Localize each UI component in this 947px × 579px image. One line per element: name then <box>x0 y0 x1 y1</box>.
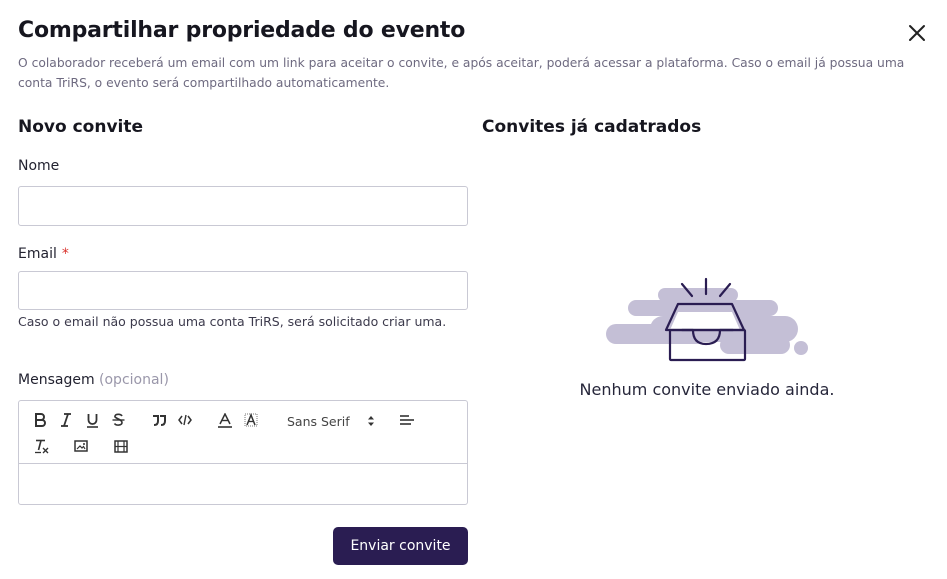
editor-toolbar: Sans Serif <box>19 401 467 464</box>
clear-format-icon[interactable] <box>33 437 49 455</box>
email-label-row: Email * <box>18 246 69 262</box>
empty-inbox-icon <box>600 276 815 366</box>
modal-title: Compartilhar propriedade do evento <box>18 18 466 43</box>
message-editor-body[interactable] <box>19 465 467 504</box>
underline-icon[interactable] <box>85 411 99 429</box>
name-input[interactable] <box>18 186 468 226</box>
text-color-icon[interactable] <box>217 411 233 429</box>
align-icon[interactable] <box>399 411 415 429</box>
name-label: Nome <box>18 158 60 174</box>
new-invite-heading: Novo convite <box>18 117 144 137</box>
font-select-value: Sans Serif <box>287 413 350 429</box>
strike-icon[interactable] <box>111 411 125 429</box>
modal-subtitle: O colaborador receberá um email com um l… <box>18 56 905 90</box>
image-icon[interactable] <box>73 437 89 455</box>
email-hint: Caso o email não possua uma conta TriRS,… <box>18 314 447 329</box>
italic-icon[interactable] <box>59 411 73 429</box>
video-icon[interactable] <box>113 437 129 455</box>
bold-icon[interactable] <box>33 411 47 429</box>
empty-state-text: Nenhum convite enviado ainda. <box>579 380 835 399</box>
required-mark: * <box>61 246 69 262</box>
background-color-icon[interactable] <box>243 411 259 429</box>
font-select[interactable]: Sans Serif <box>287 411 375 431</box>
existing-invites-heading: Convites já cadatrados <box>482 117 702 137</box>
select-arrows-icon <box>368 416 374 426</box>
message-label: Mensagem <box>18 372 95 388</box>
email-label: Email <box>18 246 57 262</box>
message-label-row: Mensagem (opcional) <box>18 372 169 388</box>
close-icon[interactable] <box>905 21 929 45</box>
blockquote-icon[interactable] <box>151 411 167 429</box>
share-event-modal: Compartilhar propriedade do evento O col… <box>0 0 947 579</box>
message-editor: Sans Serif <box>18 400 468 505</box>
code-block-icon[interactable] <box>177 411 193 429</box>
optional-tag: (opcional) <box>99 372 169 388</box>
send-invite-button[interactable]: Enviar convite <box>333 527 468 565</box>
email-input[interactable] <box>18 271 468 310</box>
